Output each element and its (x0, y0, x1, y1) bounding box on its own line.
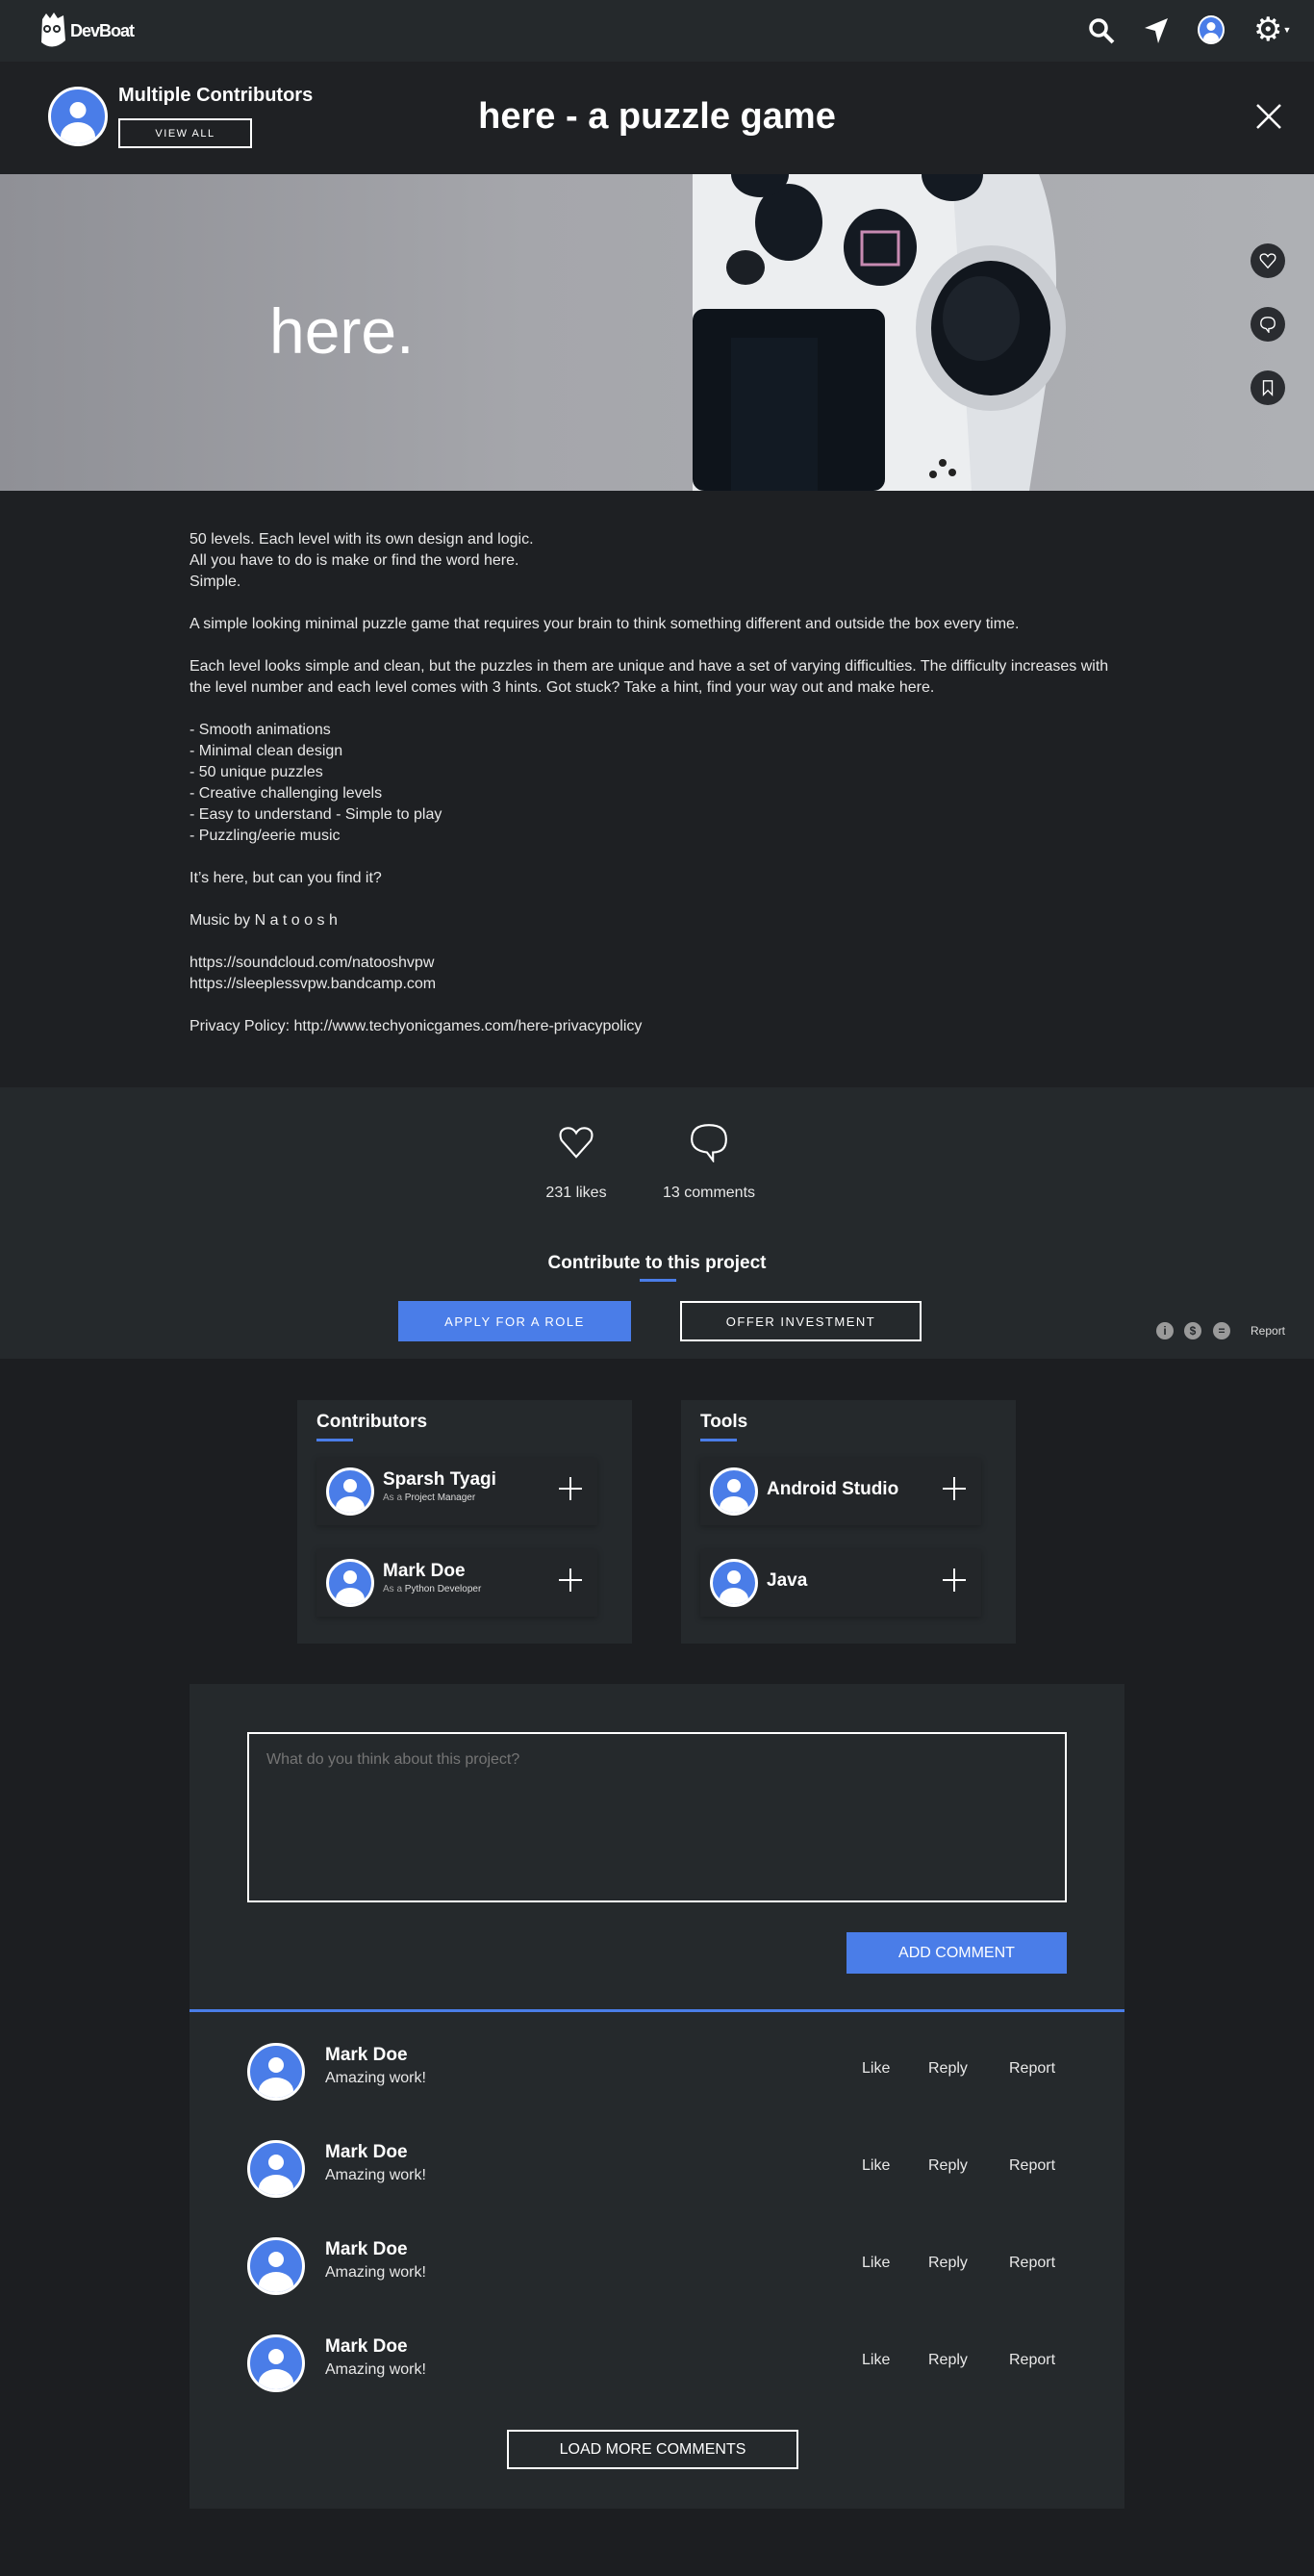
contributor-role: Project Manager (404, 1492, 476, 1503)
tool-avatar (710, 1559, 758, 1607)
comment-icon (1260, 317, 1276, 333)
contribute-heading: Contribute to this project (547, 1253, 767, 1273)
contributor-avatar (326, 1467, 374, 1516)
contributors-card: Contributors Sparsh Tyagi As a Project M… (297, 1400, 632, 1644)
commenter-avatar[interactable] (247, 2334, 305, 2392)
engagement-section: 231 likes 13 comments Contribute to this… (0, 1087, 1314, 1359)
bookmark-icon (1262, 380, 1274, 396)
comment-item: Mark Doe Amazing work! Like Reply Report (190, 2237, 1124, 2314)
reply-comment-link[interactable]: Reply (928, 2157, 968, 2175)
tool-name: Android Studio (767, 1479, 899, 1499)
settings-menu[interactable]: ⚙ ▼ (1253, 13, 1291, 46)
comment-bubble-icon[interactable] (689, 1122, 729, 1162)
like-heart-icon[interactable] (558, 1124, 594, 1160)
heading-underline (640, 1279, 676, 1282)
commenter-name: Mark Doe (325, 2045, 408, 2065)
reply-comment-link[interactable]: Reply (928, 2060, 968, 2078)
commenter-avatar[interactable] (247, 2140, 305, 2198)
commenter-avatar[interactable] (247, 2043, 305, 2101)
title-underline (700, 1439, 737, 1441)
send-icon[interactable] (1143, 16, 1170, 45)
commenter-name: Mark Doe (325, 2142, 408, 2162)
like-comment-link[interactable]: Like (862, 2255, 890, 2272)
load-more-comments-button[interactable]: LOAD MORE COMMENTS (507, 2430, 798, 2469)
like-comment-link[interactable]: Like (862, 2060, 890, 2078)
chevron-down-icon: ▼ (1282, 25, 1292, 35)
reply-comment-link[interactable]: Reply (928, 2255, 968, 2272)
comment-side-button[interactable] (1251, 307, 1285, 342)
like-side-button[interactable] (1251, 243, 1285, 278)
comment-item: Mark Doe Amazing work! Like Reply Report (190, 2043, 1124, 2120)
report-comment-link[interactable]: Report (1009, 2060, 1055, 2078)
tool-item[interactable]: Java (700, 1549, 981, 1617)
contributor-role: Python Developer (404, 1584, 482, 1594)
hero-banner: here. (0, 174, 1314, 491)
brand-logo[interactable]: DevBoat (38, 12, 135, 50)
comment-text: Amazing work! (325, 2070, 426, 2086)
hero-title-text: here. (269, 295, 415, 367)
cc-attribution-icon: i (1156, 1322, 1174, 1339)
like-comment-link[interactable]: Like (862, 2157, 890, 2175)
comments-section: ADD COMMENT Mark Doe Amazing work! Like … (190, 1684, 1124, 2509)
tool-avatar (710, 1467, 758, 1516)
add-icon[interactable] (943, 1477, 966, 1500)
add-icon[interactable] (559, 1477, 582, 1500)
cc-noderivatives-icon: = (1213, 1322, 1230, 1339)
report-comment-link[interactable]: Report (1009, 2157, 1055, 2175)
comment-item: Mark Doe Amazing work! Like Reply Report (190, 2334, 1124, 2411)
bookmark-side-button[interactable] (1251, 370, 1285, 405)
report-comment-link[interactable]: Report (1009, 2352, 1055, 2369)
commenter-name: Mark Doe (325, 2336, 408, 2357)
tool-name: Java (767, 1570, 808, 1591)
likes-count: 231 likes (545, 1185, 607, 1201)
comments-divider (190, 2009, 1124, 2012)
heart-icon (1259, 253, 1276, 269)
commenter-name: Mark Doe (325, 2239, 408, 2259)
game-controller-image (693, 174, 1066, 491)
role-prefix: As a (383, 1584, 403, 1594)
commenter-avatar[interactable] (247, 2237, 305, 2295)
project-description: 50 levels. Each level with its own desig… (190, 531, 1109, 1034)
comment-item: Mark Doe Amazing work! Like Reply Report (190, 2140, 1124, 2217)
comment-text: Amazing work! (325, 2264, 426, 2281)
report-comment-link[interactable]: Report (1009, 2255, 1055, 2272)
role-prefix: As a (383, 1492, 403, 1503)
tool-item[interactable]: Android Studio (700, 1458, 981, 1525)
comment-input[interactable] (247, 1732, 1067, 1902)
gear-icon: ⚙ (1253, 12, 1283, 48)
comments-count: 13 comments (662, 1185, 756, 1201)
add-icon[interactable] (943, 1569, 966, 1592)
tools-card: Tools Android Studio Java (681, 1400, 1016, 1644)
user-avatar-icon[interactable] (1198, 15, 1225, 44)
search-icon[interactable] (1087, 16, 1116, 45)
tools-title: Tools (700, 1412, 748, 1432)
like-comment-link[interactable]: Like (862, 2352, 890, 2369)
page-title: here - a puzzle game (478, 96, 836, 137)
contributor-avatar (326, 1559, 374, 1607)
comment-text: Amazing work! (325, 2167, 426, 2183)
contributor-name: Sparsh Tyagi (383, 1469, 496, 1490)
reply-comment-link[interactable]: Reply (928, 2352, 968, 2369)
apply-role-button[interactable]: APPLY FOR A ROLE (398, 1301, 631, 1341)
project-header: Multiple Contributors VIEW ALL here - a … (0, 62, 1314, 174)
add-icon[interactable] (559, 1569, 582, 1592)
contributor-name: Mark Doe (383, 1561, 466, 1581)
contributors-title: Contributors (316, 1412, 428, 1432)
add-comment-button[interactable]: ADD COMMENT (847, 1932, 1067, 1974)
comment-text: Amazing work! (325, 2361, 426, 2378)
offer-investment-button[interactable]: OFFER INVESTMENT (680, 1301, 922, 1341)
title-underline (316, 1439, 353, 1441)
close-icon[interactable] (1255, 103, 1282, 130)
cc-noncommercial-icon: $ (1184, 1322, 1201, 1339)
brand-name: DevBoat (70, 20, 135, 40)
logo-icon (41, 13, 65, 47)
top-navbar: DevBoat ⚙ ▼ (0, 0, 1314, 62)
report-project-link[interactable]: Report (1251, 1324, 1285, 1338)
contributor-item[interactable]: Sparsh Tyagi As a Project Manager (316, 1458, 597, 1525)
contributor-item[interactable]: Mark Doe As a Python Developer (316, 1549, 597, 1617)
